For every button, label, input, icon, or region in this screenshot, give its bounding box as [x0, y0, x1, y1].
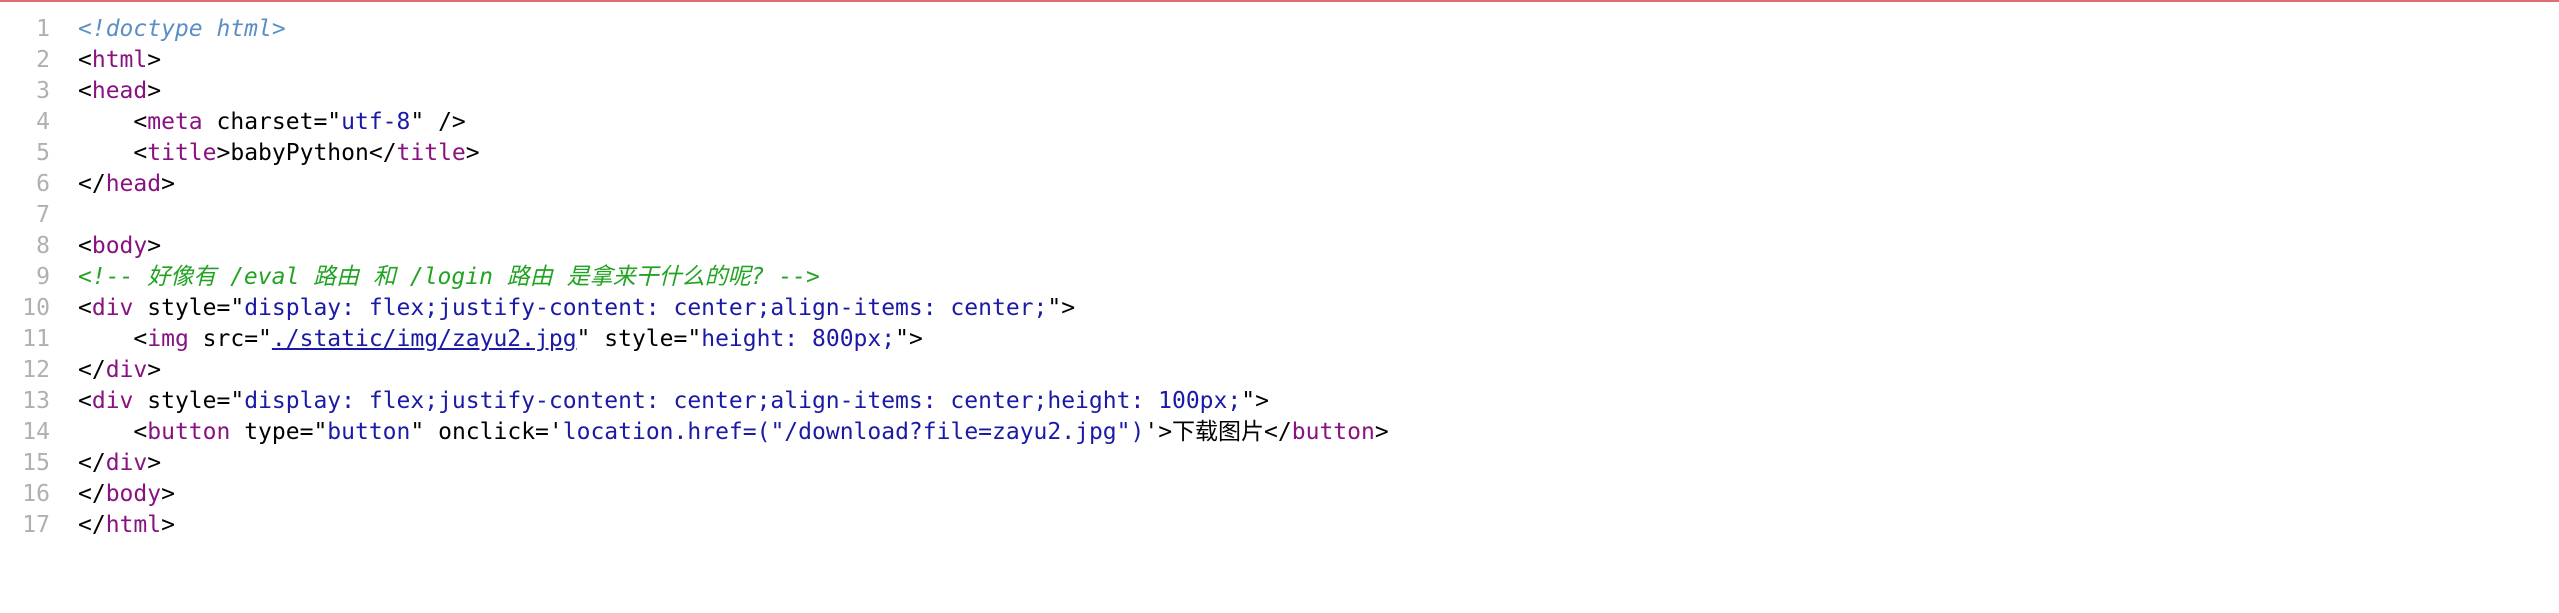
source-line: 7 — [0, 200, 2559, 231]
button-text: 下载图片 — [1172, 419, 1265, 445]
line-number: 7 — [36, 202, 50, 228]
source-line: 10 <div style="display: flex;justify-con… — [0, 293, 2559, 324]
source-line: 4 <meta charset="utf-8" /> — [0, 107, 2559, 138]
source-line: 11 <img src="./static/img/zayu2.jpg" sty… — [0, 324, 2559, 355]
line-number: 14 — [22, 419, 50, 445]
source-line: 5 <title>babyPython</title> — [0, 138, 2559, 169]
tag-name: div — [105, 450, 148, 476]
doctype-text: <!doctype html> — [78, 16, 286, 42]
line-number: 8 — [36, 233, 50, 259]
line-number: 1 — [36, 16, 50, 42]
line-number: 12 — [22, 357, 50, 383]
line-number: 13 — [22, 388, 50, 414]
source-line: 3 <head> — [0, 76, 2559, 107]
tag-name: button — [1291, 419, 1375, 445]
line-number: 4 — [36, 109, 50, 135]
tag-name: head — [105, 171, 162, 197]
source-line: 9 <!-- 好像有 /eval 路由 和 /login 路由 是拿来干什么的呢… — [0, 262, 2559, 293]
source-line: 1 <!doctype html> — [0, 14, 2559, 45]
tag-name: div — [91, 295, 134, 321]
button-onclick-value: location.href=("/download?file=zayu2.jpg… — [562, 419, 1145, 445]
source-line: 2 <html> — [0, 45, 2559, 76]
button-type-value: button — [327, 419, 411, 445]
source-line: 15 </div> — [0, 448, 2559, 479]
line-number: 16 — [22, 481, 50, 507]
source-line: 6 </head> — [0, 169, 2559, 200]
tag-name: img — [147, 326, 189, 352]
tag-name: div — [91, 388, 134, 414]
tag-name: title — [396, 140, 466, 166]
tag-name: div — [105, 357, 148, 383]
html-comment: <!-- 好像有 /eval 路由 和 /login 路由 是拿来干什么的呢? … — [78, 264, 820, 290]
line-number: 2 — [36, 47, 50, 73]
line-number: 5 — [36, 140, 50, 166]
line-number: 6 — [36, 171, 50, 197]
img-style-value: height: 800px; — [701, 326, 896, 352]
top-divider — [0, 0, 2559, 2]
source-line: 12 </div> — [0, 355, 2559, 386]
tag-name: body — [91, 233, 148, 259]
tag-name: html — [91, 47, 148, 73]
source-line: 14 <button type="button" onclick='locati… — [0, 417, 2559, 448]
div-style-value: display: flex;justify-content: center;al… — [244, 295, 1048, 321]
img-src-link[interactable]: ./static/img/zayu2.jpg — [272, 326, 577, 352]
tag-name: body — [105, 481, 162, 507]
view-source-viewer: 1 <!doctype html> 2 <html> 3 <head> 4 <m… — [0, 14, 2559, 541]
line-number: 15 — [22, 450, 50, 476]
line-number: 10 — [22, 295, 50, 321]
tag-name: title — [147, 140, 217, 166]
source-line: 17 </html> — [0, 510, 2559, 541]
source-line: 16 </body> — [0, 479, 2559, 510]
line-number: 9 — [36, 264, 50, 290]
title-text: babyPython — [230, 140, 369, 166]
line-number: 17 — [22, 512, 50, 538]
line-number: 11 — [22, 326, 50, 352]
line-number: 3 — [36, 78, 50, 104]
tag-name: meta — [147, 109, 203, 135]
meta-charset-value: utf-8 — [341, 109, 411, 135]
div-style-value: display: flex;justify-content: center;al… — [244, 388, 1242, 414]
source-line: 8 <body> — [0, 231, 2559, 262]
tag-name: head — [91, 78, 148, 104]
tag-name: html — [105, 512, 162, 538]
tag-name: button — [147, 419, 231, 445]
source-line: 13 <div style="display: flex;justify-con… — [0, 386, 2559, 417]
